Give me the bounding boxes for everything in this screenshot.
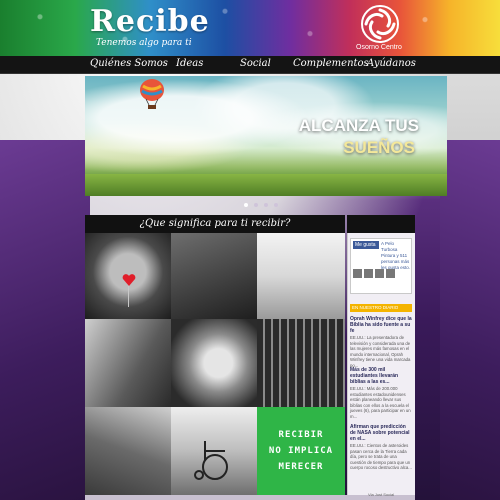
quote-line-2: NO IMPLICA	[268, 446, 334, 456]
news-item[interactable]: Afirman que predicción de NASA sobre pot…	[350, 424, 412, 471]
photo-tile-child-face[interactable]	[171, 319, 257, 407]
nav-item-ideas[interactable]: Ideas	[176, 58, 203, 69]
news-item[interactable]: Más de 300 mil estudiantes llevarán bibl…	[350, 367, 412, 419]
nav-item-social[interactable]: Social	[240, 58, 271, 69]
photo-tile-children[interactable]	[171, 233, 257, 319]
news-item-body: EE.UU.: Más de 200.000 estudiantes estad…	[350, 386, 411, 419]
sidebar-footer-text: Via Just Social	[368, 492, 395, 497]
photo-tile-elderly[interactable]	[85, 407, 171, 495]
facebook-page-text: A Pelo Turbosa Pintura y 511 personas má…	[381, 241, 411, 270]
quote-line-1: RECIBIR	[278, 430, 324, 440]
banner-headline-line1: ALCANZA TUS	[298, 116, 419, 135]
avatar[interactable]	[353, 269, 362, 278]
avatar[interactable]	[375, 269, 384, 278]
site-tagline: Tenemos algo para ti	[96, 38, 192, 48]
heart-stick	[128, 285, 129, 307]
news-item[interactable]: Oprah Winfrey dice que la Biblia ha sido…	[350, 316, 412, 368]
slider-dot[interactable]	[274, 203, 278, 207]
slider-dot[interactable]	[264, 203, 268, 207]
news-header: EN NUESTRO DIARIO	[350, 304, 412, 312]
banner-headline-line2: SUEÑOS	[343, 138, 415, 157]
quote-tile: RECIBIR NO IMPLICA MERECER	[257, 407, 345, 495]
photo-tile-prison[interactable]	[257, 319, 345, 407]
nav-item-quienes-somos[interactable]: Quiénes Somos	[90, 58, 168, 69]
photo-tile-runner[interactable]	[85, 319, 171, 407]
avatar[interactable]	[364, 269, 373, 278]
news-item-body: EE.UU.: Cientos de asteroides pasan cerc…	[350, 443, 412, 470]
slider-dots	[244, 203, 278, 207]
wheelchair-icon	[194, 441, 228, 480]
section-heading: ¿Que significa para ti recibir?	[85, 215, 345, 233]
facebook-avatars	[353, 269, 395, 278]
hero-banner[interactable]: ALCANZA TUS SUEÑOS	[85, 76, 447, 196]
news-item-body: EE.UU.: La presentadora de televisión y …	[350, 335, 411, 368]
nav-item-complementos[interactable]: Complementos	[293, 58, 369, 69]
slider-dot[interactable]	[254, 203, 258, 207]
site-header	[0, 0, 500, 56]
hot-air-balloon-icon	[140, 79, 164, 109]
news-item-title[interactable]: Más de 300 mil estudiantes llevarán bibl…	[350, 367, 412, 385]
site-logo-title[interactable]: Recibe	[90, 4, 210, 39]
sidebar-header-bar	[347, 215, 415, 233]
banner-field	[85, 174, 447, 196]
photo-tile-wheelchair[interactable]	[171, 407, 257, 495]
brand-name: Osorno Centro	[356, 44, 402, 51]
purple-background-left	[0, 140, 90, 500]
quote-line-3: MERECER	[278, 462, 324, 472]
facebook-like-button[interactable]: Me gusta	[353, 241, 379, 249]
facebook-like-box: Me gusta A Pelo Turbosa Pintura y 511 pe…	[350, 238, 412, 294]
purple-background-right	[440, 140, 500, 500]
heart-icon	[122, 274, 136, 286]
nav-item-ayudanos[interactable]: Ayúdanos	[367, 58, 416, 69]
news-item-title[interactable]: Oprah Winfrey dice que la Biblia ha sido…	[350, 316, 412, 334]
news-item-title[interactable]: Afirman que predicción de NASA sobre pot…	[350, 424, 412, 442]
footer-strip	[85, 495, 415, 500]
photo-tile-pregnancy[interactable]	[85, 233, 171, 319]
slider-dot[interactable]	[244, 203, 248, 207]
photo-grid: RECIBIR NO IMPLICA MERECER	[85, 233, 345, 495]
main-navigation: Quiénes Somos Ideas Social Complementos …	[0, 56, 500, 74]
photo-tile-girl-reading[interactable]	[257, 233, 345, 319]
avatar[interactable]	[386, 269, 395, 278]
swirl-logo-icon[interactable]	[360, 4, 400, 44]
